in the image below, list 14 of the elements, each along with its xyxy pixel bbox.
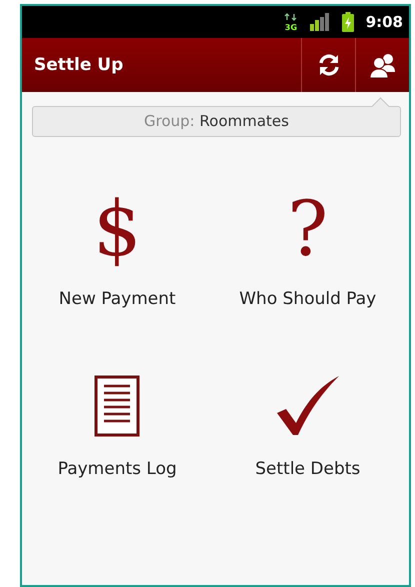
document-icon [94,375,140,437]
dollar-icon: $ [93,191,142,267]
battery-icon [342,12,354,32]
dashboard-item[interactable]: ? Who Should Pay [239,187,376,309]
clock-time: 9:08 [366,13,403,31]
dashboard-item[interactable]: Settle Debts [255,357,360,479]
question-mark-icon: ? [287,191,328,267]
refresh-icon [316,53,340,77]
app-title: Settle Up [33,55,124,75]
people-icon [368,52,396,78]
signal-icon [310,13,330,31]
dashboard-item[interactable]: $ New Payment [58,187,176,309]
dashboard-item[interactable]: Payments Log [58,357,177,479]
checkmark-icon [276,375,340,437]
